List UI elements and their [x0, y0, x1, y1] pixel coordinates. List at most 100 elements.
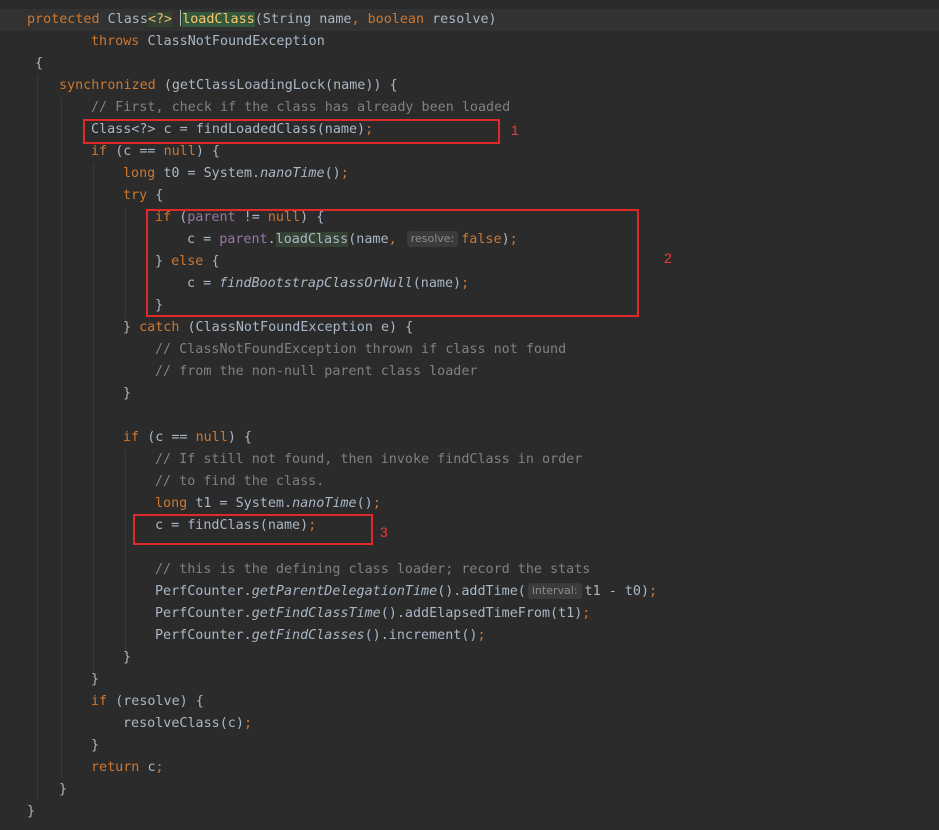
- comma: ,: [351, 12, 360, 27]
- annotation-box-3: [133, 514, 373, 545]
- code-line-8: long t0 = System.nanoTime();: [123, 163, 349, 185]
- code-line-9: try {: [123, 185, 163, 207]
- brace: }: [91, 738, 100, 753]
- brace: }: [59, 782, 68, 797]
- semicolon: ;: [582, 606, 591, 621]
- annotation-label-3: 3: [380, 524, 388, 540]
- exception-type: ClassNotFoundException: [147, 34, 325, 49]
- expression: ) {: [227, 430, 252, 445]
- expression: (resolve) {: [115, 694, 204, 709]
- statement: resolveClass(c): [123, 716, 244, 731]
- comment: // First, check if the class has already…: [91, 100, 511, 115]
- expression: ().increment(): [364, 628, 478, 643]
- code-line-34: }: [59, 779, 67, 801]
- keyword: null: [195, 430, 228, 445]
- indent-guide: [37, 76, 38, 800]
- code-line-24: // this is the defining class loader; re…: [155, 559, 590, 581]
- annotation-box-1: [83, 119, 500, 144]
- code-line-17: // from the non-null parent class loader: [155, 361, 477, 383]
- code-editor[interactable]: protected Class<?> loadClass(String name…: [0, 0, 939, 830]
- keyword: return: [91, 760, 140, 775]
- expression: PerfCounter.: [155, 584, 252, 599]
- keyword: if: [91, 144, 108, 159]
- brace: }: [123, 650, 132, 665]
- keyword: catch: [139, 320, 180, 335]
- comment: // to find the class.: [155, 474, 325, 489]
- comment: // this is the defining class loader; re…: [155, 562, 591, 577]
- expression: (): [356, 496, 373, 511]
- code-line-28: }: [123, 647, 131, 669]
- static-call: nanoTime: [260, 166, 325, 181]
- code-line-27: PerfCounter.getFindClasses().increment()…: [155, 625, 486, 647]
- indent-guide: [125, 450, 126, 654]
- code-line-25: PerfCounter.getParentDelegationTime().ad…: [155, 581, 657, 603]
- annotation-label-1: 1: [511, 122, 519, 138]
- static-call: getFindClassTime: [251, 606, 381, 621]
- code-line-20: // If still not found, then invoke findC…: [155, 449, 582, 471]
- code-line-31: resolveClass(c);: [123, 713, 252, 735]
- params: (String name: [254, 12, 352, 27]
- expression: ().addElapsedTimeFrom(t1): [380, 606, 583, 621]
- keyword: long: [123, 166, 156, 181]
- keyword: synchronized: [59, 78, 156, 93]
- code-line-35: }: [27, 801, 35, 823]
- annotation-box-2: [146, 209, 639, 317]
- expression: t1 - t0): [584, 584, 650, 599]
- comment: // from the non-null parent class loader: [155, 364, 478, 379]
- param-hint: interval:: [527, 583, 582, 599]
- code-line-16: // ClassNotFoundException thrown if clas…: [155, 339, 566, 361]
- keyword: if: [91, 694, 108, 709]
- static-call: getFindClasses: [251, 628, 365, 643]
- expression: PerfCounter.: [155, 606, 252, 621]
- brace: {: [155, 188, 164, 203]
- brace: }: [123, 320, 132, 335]
- expression: (c ==: [147, 430, 196, 445]
- code-line-15: } catch (ClassNotFoundException e) {: [123, 317, 413, 339]
- keyword: boolean: [367, 12, 425, 27]
- brace: }: [27, 804, 36, 819]
- indent-guide: [61, 98, 62, 778]
- expression: (getClassLoadingLock(name)) {: [163, 78, 398, 93]
- expression: ) {: [195, 144, 220, 159]
- generic-wildcard: <?>: [147, 12, 173, 27]
- expression: t0 = System.: [163, 166, 261, 181]
- code-line-7: if (c == null) {: [91, 141, 220, 163]
- expression: PerfCounter.: [155, 628, 252, 643]
- expression: t1 = System.: [195, 496, 293, 511]
- code-line-33: return c;: [91, 757, 164, 779]
- annotation-label-2: 2: [664, 250, 672, 266]
- comment: // ClassNotFoundException thrown if clas…: [155, 342, 567, 357]
- code-line-3: {: [35, 53, 43, 75]
- brace: {: [35, 56, 44, 71]
- expression: c: [147, 760, 156, 775]
- code-line-30: if (resolve) {: [91, 691, 204, 713]
- static-call: nanoTime: [292, 496, 357, 511]
- static-call: getParentDelegationTime: [251, 584, 438, 599]
- keyword: long: [155, 496, 188, 511]
- expression: (ClassNotFoundException e) {: [187, 320, 414, 335]
- indent-guide: [125, 208, 126, 318]
- brace: }: [123, 386, 132, 401]
- code-line-2: throws ClassNotFoundException: [91, 31, 325, 53]
- code-line-21: // to find the class.: [155, 471, 324, 493]
- code-line-19: if (c == null) {: [123, 427, 252, 449]
- method-name[interactable]: loadClass: [182, 12, 255, 27]
- expression: (): [324, 166, 341, 181]
- code-line-29: }: [91, 669, 99, 691]
- comment: // If still not found, then invoke findC…: [155, 452, 583, 467]
- indent-guide: [93, 164, 94, 678]
- keyword: null: [163, 144, 196, 159]
- keyword: try: [123, 188, 148, 203]
- keyword: throws: [91, 34, 140, 49]
- semicolon: ;: [372, 496, 381, 511]
- semicolon: ;: [340, 166, 349, 181]
- code-line-18: }: [123, 383, 131, 405]
- code-line-4: synchronized (getClassLoadingLock(name))…: [59, 75, 398, 97]
- expression: (c ==: [115, 144, 164, 159]
- keyword: protected: [27, 12, 100, 27]
- params: resolve): [432, 12, 497, 27]
- code-line-1: protected Class<?> loadClass(String name…: [27, 9, 497, 31]
- code-line-22: long t1 = System.nanoTime();: [155, 493, 381, 515]
- code-line-26: PerfCounter.getFindClassTime().addElapse…: [155, 603, 590, 625]
- brace: }: [91, 672, 100, 687]
